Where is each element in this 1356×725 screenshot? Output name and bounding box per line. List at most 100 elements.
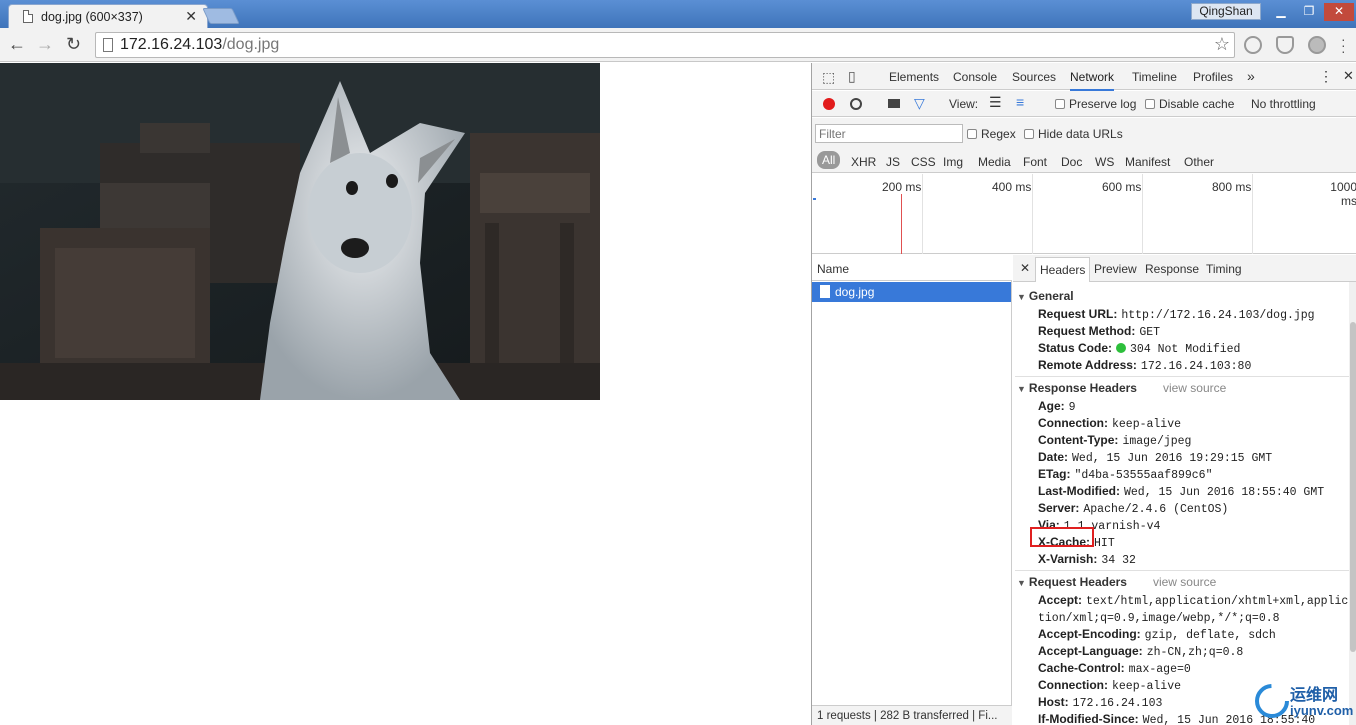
request-headers-section-header[interactable]: ▼ Request Headers view source [1017,575,1216,589]
header-value: image/jpeg [1122,435,1192,448]
browser-toolbar: ← → ↻ 172.16.24.103/dog.jpg ☆ · · · [0,28,1356,62]
timeline-tick-label: 1000 ms [1330,180,1356,208]
header-key: Status Code: [1038,341,1113,355]
type-filter-manifest[interactable]: Manifest [1125,155,1170,169]
reload-button[interactable]: ↻ [66,34,81,55]
url-text: 172.16.24.103/dog.jpg [120,36,279,54]
scrollbar-thumb[interactable] [1350,322,1356,652]
header-value: 172.16.24.103:80 [1140,360,1252,373]
request-row[interactable]: dog.jpg [812,282,1011,302]
tab-response[interactable]: Response [1145,262,1199,276]
maximize-button[interactable]: ❐ [1296,3,1322,21]
chrome-menu-icon[interactable]: · · · [1341,32,1353,58]
header-value: max-age=0 [1128,663,1191,676]
tab-sources[interactable]: Sources [1012,70,1056,84]
header-row: X-Varnish: 34 32 [1038,552,1136,567]
watermark-logo-icon [1255,684,1289,718]
page-icon [23,10,33,23]
type-filter-other[interactable]: Other [1184,155,1214,169]
tab-close-button[interactable]: ✕ [185,8,197,25]
minimize-button[interactable]: ▁ [1268,3,1294,21]
disable-cache-checkbox[interactable]: Disable cache [1145,97,1234,111]
response-headers-section-header[interactable]: ▼ Response Headers view source [1017,381,1226,395]
large-rows-icon[interactable]: ☰ [989,94,1002,111]
forward-button[interactable]: → [36,34,54,55]
network-toolbar: ▽ View: ☰ ≡ Preserve log Disable cache N… [812,91,1356,117]
type-filter-all[interactable]: All [817,151,841,169]
section-divider [1015,570,1351,571]
extension-icon[interactable] [1244,36,1262,54]
view-source-link[interactable]: view source [1163,381,1226,395]
header-key: Date: [1038,450,1069,464]
filter-icon[interactable]: ▽ [914,95,925,112]
type-filter-ws[interactable]: WS [1095,155,1114,169]
type-filter-img[interactable]: Img [943,155,963,169]
network-overview-timeline[interactable]: 200 ms 400 ms 600 ms 800 ms 1000 ms [812,174,1356,254]
browser-tab[interactable]: dog.jpg (600×337) ✕ [8,4,208,28]
header-value: keep-alive [1112,680,1182,693]
header-key: Server: [1038,501,1080,515]
header-value: 9 [1068,401,1076,414]
filter-input[interactable] [815,124,963,143]
profile-button[interactable]: QingShan [1191,3,1261,20]
shield-icon[interactable] [1276,36,1294,54]
header-key: ETag: [1038,467,1071,481]
x-cache-highlight-box [1030,527,1094,547]
type-filter-css[interactable]: CSS [911,155,936,169]
request-detail-pane: ✕ Headers Preview Response Timing ▼ Gener… [1013,255,1356,725]
close-detail-button[interactable]: ✕ [1020,261,1030,275]
tab-profiles[interactable]: Profiles [1193,70,1233,84]
header-row: Connection: keep-alive [1038,678,1181,693]
hide-data-urls-checkbox[interactable]: Hide data URLs [1024,127,1123,141]
header-row: Accept: text/html,application/xhtml+xml,a… [1038,593,1355,608]
device-mode-icon[interactable]: ▯ [848,68,856,85]
preserve-log-checkbox[interactable]: Preserve log [1055,97,1136,111]
type-filter-media[interactable]: Media [978,155,1011,169]
capture-screenshots-icon[interactable] [888,99,900,108]
inspect-element-icon[interactable]: ⬚ [822,69,835,86]
view-source-link[interactable]: view source [1153,575,1216,589]
tab-elements[interactable]: Elements [889,70,939,84]
detail-scrollbar[interactable] [1349,282,1356,725]
header-row: Request Method: GET [1038,324,1160,339]
timeline-gridline [922,174,923,254]
devtools-close-button[interactable]: ✕ [1343,68,1354,84]
record-icon[interactable] [823,98,835,110]
tab-preview[interactable]: Preview [1094,262,1137,276]
header-row: Last-Modified: Wed, 15 Jun 2016 18:55:40 … [1038,484,1324,499]
header-value: Wed, 15 Jun 2016 18:55:40 GMT [1124,486,1325,499]
devtools-panel: ⬚ ▯ Elements Console Sources Network Tim… [811,63,1356,725]
tab-console[interactable]: Console [953,70,997,84]
general-section-header[interactable]: ▼ General [1017,289,1074,303]
page-icon [103,38,113,52]
timeline-tick-label: 800 ms [1212,180,1252,194]
address-bar[interactable]: 172.16.24.103/dog.jpg ☆ [95,32,1235,58]
regex-checkbox[interactable]: Regex [967,127,1016,141]
type-filter-js[interactable]: JS [886,155,900,169]
devtools-menu-icon[interactable]: ⋮ [1319,68,1333,85]
tab-headers[interactable]: Headers [1035,257,1091,282]
more-tabs-button[interactable]: » [1247,68,1255,84]
new-tab-button[interactable] [202,8,240,24]
tab-timing[interactable]: Timing [1206,262,1242,276]
header-row: Content-Type: image/jpeg [1038,433,1191,448]
overview-icon[interactable]: ≡ [1016,94,1024,110]
request-name: dog.jpg [835,285,875,299]
type-filter-xhr[interactable]: XHR [851,155,876,169]
back-button[interactable]: ← [8,34,26,55]
type-filter-font[interactable]: Font [1023,155,1047,169]
tab-network[interactable]: Network [1070,70,1115,91]
header-row: Accept-Encoding: gzip, deflate, sdch [1038,627,1276,642]
throttling-select[interactable]: No throttling [1251,97,1316,111]
header-row: Cache-Control: max-age=0 [1038,661,1191,676]
extension-icon[interactable] [1308,36,1326,54]
header-row: ETag: "d4ba-53555aaf899c6" [1038,467,1212,482]
header-value: 172.16.24.103 [1072,697,1163,710]
bookmark-star-icon[interactable]: ☆ [1214,34,1230,55]
type-filter-doc[interactable]: Doc [1061,155,1082,169]
close-window-button[interactable]: ✕ [1324,3,1354,21]
clear-icon[interactable] [850,98,862,110]
name-column-header[interactable]: Name [812,255,1012,281]
tab-timeline[interactable]: Timeline [1132,70,1177,84]
checkbox-icon [1024,129,1034,139]
